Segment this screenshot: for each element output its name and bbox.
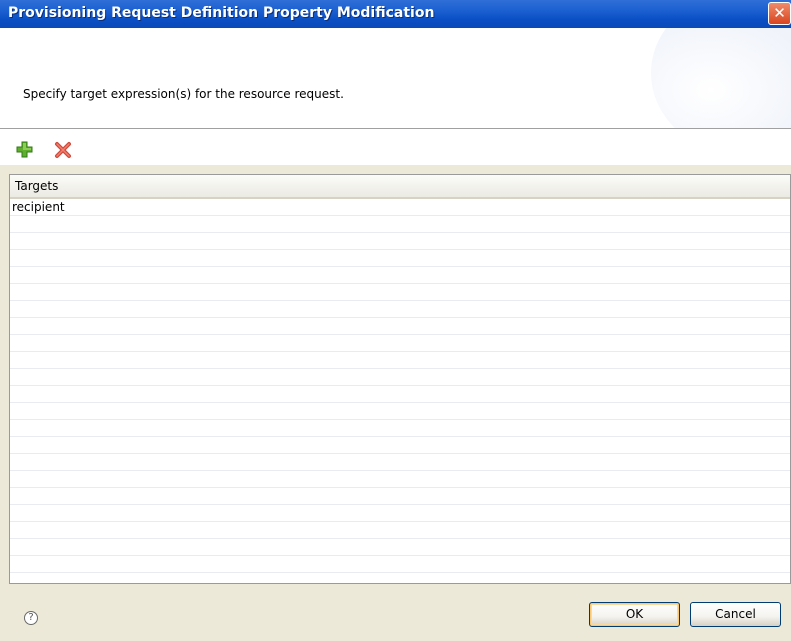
table-row[interactable] <box>10 556 790 573</box>
add-target-button[interactable] <box>15 140 35 160</box>
table-row[interactable]: recipient <box>10 199 790 216</box>
target-cell: recipient <box>12 200 65 214</box>
close-button[interactable]: ✕ <box>768 2 791 25</box>
table-row[interactable] <box>10 352 790 369</box>
dialog-description: Specify target expression(s) for the res… <box>23 87 344 101</box>
ok-button[interactable]: OK <box>589 602 680 627</box>
table-row[interactable] <box>10 284 790 301</box>
cancel-button[interactable]: Cancel <box>690 602 781 627</box>
table-row[interactable] <box>10 420 790 437</box>
table-row[interactable] <box>10 454 790 471</box>
table-row[interactable] <box>10 386 790 403</box>
table-row[interactable] <box>10 301 790 318</box>
remove-icon <box>55 142 71 158</box>
table-row[interactable] <box>10 403 790 420</box>
table-row[interactable] <box>10 267 790 284</box>
table-row[interactable] <box>10 488 790 505</box>
table-row[interactable] <box>10 573 790 583</box>
header-decoration <box>651 28 791 128</box>
add-icon <box>16 141 33 158</box>
table-row[interactable] <box>10 369 790 386</box>
window-title: Provisioning Request Definition Property… <box>8 5 435 21</box>
dialog-footer: ? OK Cancel <box>0 585 791 641</box>
table-row[interactable] <box>10 539 790 556</box>
dialog-header: Specify target expression(s) for the res… <box>0 28 791 129</box>
table-row[interactable] <box>10 505 790 522</box>
table-row[interactable] <box>10 335 790 352</box>
help-icon[interactable]: ? <box>24 611 38 625</box>
table-row[interactable] <box>10 250 790 267</box>
remove-target-button[interactable] <box>53 140 73 160</box>
column-header-targets: Targets <box>15 179 59 193</box>
table-row[interactable] <box>10 437 790 454</box>
table-body: recipient <box>10 199 790 583</box>
table-row[interactable] <box>10 471 790 488</box>
targets-table[interactable]: Targets recipient <box>9 174 791 584</box>
table-row[interactable] <box>10 233 790 250</box>
table-header[interactable]: Targets <box>10 175 790 199</box>
table-row[interactable] <box>10 318 790 335</box>
table-row[interactable] <box>10 216 790 233</box>
title-bar: Provisioning Request Definition Property… <box>0 0 791 28</box>
toolbar <box>0 129 791 165</box>
table-row[interactable] <box>10 522 790 539</box>
